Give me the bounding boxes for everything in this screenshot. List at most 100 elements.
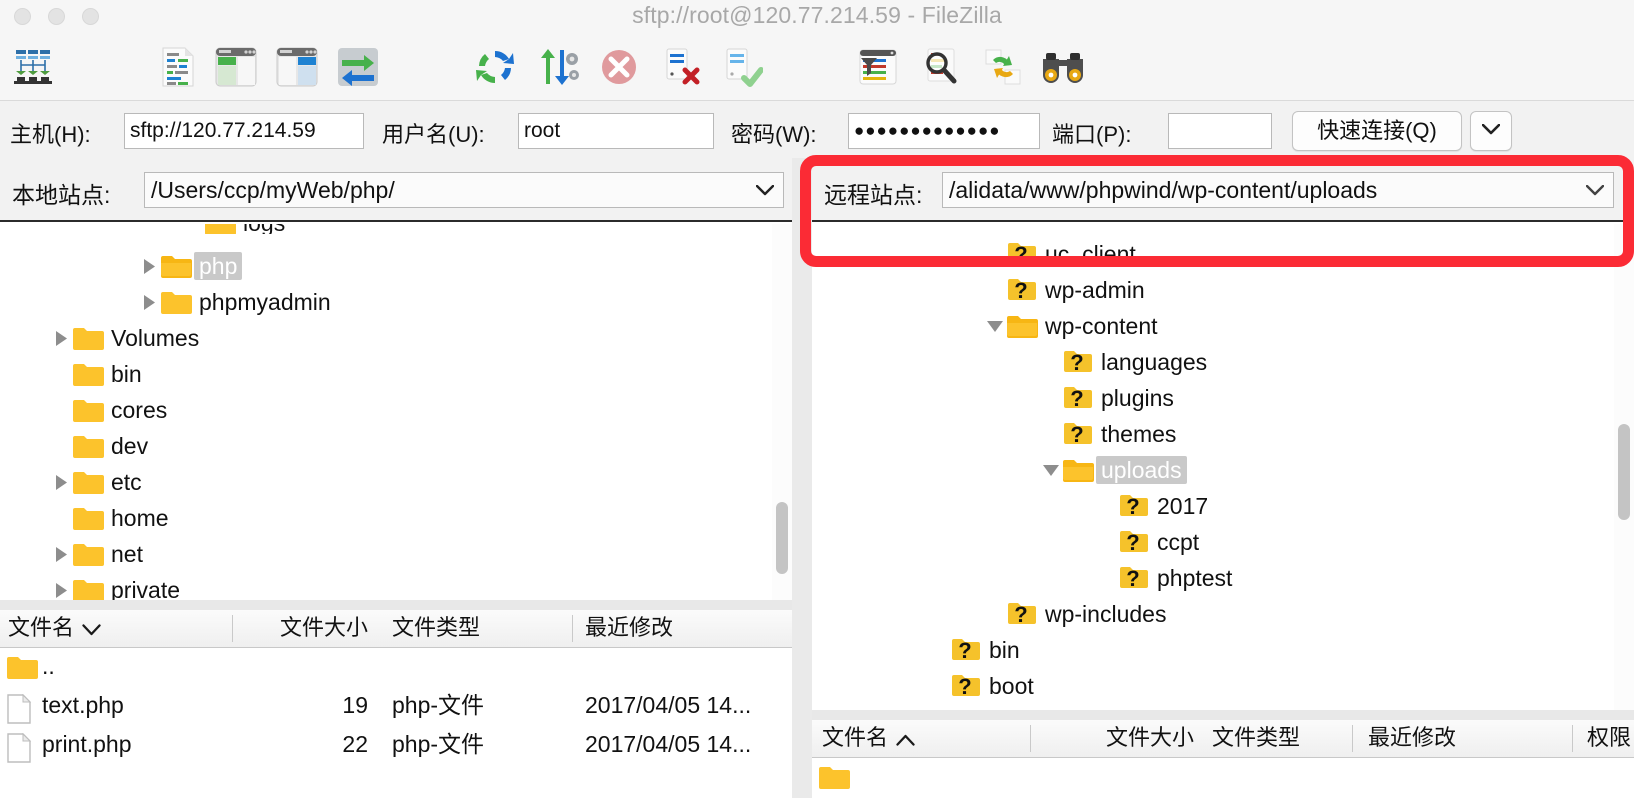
password-input[interactable]: ●●●●●●●●●●●●●	[848, 113, 1040, 149]
tree-item[interactable]: dev	[50, 428, 153, 464]
main-vertical-splitter[interactable]	[792, 158, 812, 798]
port-input[interactable]	[1168, 113, 1272, 149]
svg-text:?: ?	[1070, 350, 1083, 375]
chevron-right-icon[interactable]	[50, 579, 72, 600]
folder-icon	[72, 325, 106, 351]
remote-pane-splitter[interactable]	[812, 710, 1634, 720]
tree-item[interactable]: home	[50, 500, 174, 536]
tree-item[interactable]: Volumes	[50, 320, 204, 356]
toggle-transfer-queue-icon[interactable]	[335, 44, 381, 90]
expander-placeholder	[1096, 531, 1118, 553]
tree-item[interactable]: wp-content	[984, 308, 1163, 344]
tree-item-label: themes	[1101, 421, 1177, 447]
cell-name: print.php	[42, 731, 132, 757]
column-header[interactable]: 文件类型	[392, 610, 480, 647]
synchronized-browsing-icon[interactable]	[980, 44, 1026, 90]
disconnect-icon[interactable]	[658, 44, 704, 90]
column-header[interactable]: 权限	[1587, 720, 1631, 757]
chevron-right-icon[interactable]	[138, 291, 160, 313]
folder-unknown-icon: ?	[1006, 241, 1040, 267]
reconnect-icon[interactable]	[718, 44, 764, 90]
local-site-path-field[interactable]: /Users/ccp/myWeb/php/	[144, 172, 784, 208]
column-resize-handle[interactable]	[1572, 725, 1573, 752]
file-list-row[interactable]: text.php 19 php-文件 2017/04/05 14...	[0, 687, 792, 725]
remote-site-path-field[interactable]: /alidata/www/phpwind/wp-content/uploads	[942, 172, 1614, 208]
tree-item[interactable]: logs	[182, 224, 290, 234]
column-header[interactable]: 最近修改	[1368, 720, 1456, 757]
tree-item[interactable]: ? wp-admin	[984, 272, 1150, 308]
quickconnect-history-button[interactable]	[1470, 111, 1512, 151]
filter-icon[interactable]	[855, 44, 901, 90]
remote-directory-tree[interactable]: ? uc_client? wp-admin wp-content? languages?…	[812, 224, 1610, 710]
tree-item[interactable]: uploads	[1040, 452, 1187, 488]
tree-item[interactable]: private	[50, 572, 185, 600]
tree-item[interactable]: net	[50, 536, 148, 572]
username-input[interactable]: root	[518, 113, 714, 149]
tree-item[interactable]: ? 2017	[1096, 488, 1213, 524]
chevron-down-icon[interactable]	[1577, 173, 1613, 207]
process-queue-icon[interactable]	[536, 44, 582, 90]
chevron-right-icon[interactable]	[138, 255, 160, 277]
column-resize-handle[interactable]	[1352, 725, 1353, 752]
tree-item[interactable]: ? plugins	[1040, 380, 1179, 416]
tree-item[interactable]: ? boot	[928, 668, 1039, 704]
column-header-label: 文件名	[822, 725, 889, 750]
chevron-down-icon[interactable]	[984, 315, 1006, 337]
tree-item[interactable]: ? wp-includes	[984, 596, 1171, 632]
file-list-row[interactable]	[812, 758, 1634, 796]
column-resize-handle[interactable]	[572, 615, 573, 642]
tree-item[interactable]: ? bin	[928, 632, 1025, 668]
refresh-icon[interactable]	[472, 44, 518, 90]
local-file-list-header[interactable]: 文件名 文件大小 文件类型 最近修改	[0, 610, 792, 648]
remote-file-list-header[interactable]: 文件名 文件大小 文件类型 最近修改 权限	[812, 720, 1634, 758]
tree-item[interactable]: etc	[50, 464, 147, 500]
folder-unknown-icon: ?	[1062, 349, 1096, 375]
column-header[interactable]: 文件类型	[1212, 720, 1300, 757]
column-header[interactable]: 文件名	[8, 610, 101, 647]
column-resize-handle[interactable]	[1030, 725, 1031, 752]
directory-comparison-icon[interactable]	[1040, 44, 1086, 90]
tree-item[interactable]: ? themes	[1040, 416, 1181, 452]
chevron-down-icon[interactable]	[747, 173, 783, 207]
tree-item[interactable]: cores	[50, 392, 172, 428]
tree-item-label: languages	[1101, 349, 1208, 375]
quickconnect-button[interactable]: 快速连接(Q)	[1292, 111, 1462, 151]
column-header[interactable]: 最近修改	[585, 610, 673, 647]
file-list-row[interactable]: ..	[0, 648, 792, 686]
local-tree-scrollbar[interactable]	[772, 224, 792, 600]
tree-item[interactable]: phpmyadmin	[138, 284, 336, 320]
column-header[interactable]: 文件名	[822, 720, 915, 757]
toggle-message-log-icon[interactable]	[155, 44, 201, 90]
cancel-icon[interactable]	[596, 44, 642, 90]
chevron-right-icon[interactable]	[50, 543, 72, 565]
tree-item[interactable]: ? languages	[1040, 344, 1212, 380]
local-file-list-body[interactable]: .. text.php 19 php-文件 2017/04/05 14... print.…	[0, 648, 792, 798]
local-directory-tree[interactable]: logs php phpmyadmin Volumes bin cores dev etc ho…	[0, 224, 770, 600]
tree-item[interactable]: ? phptest	[1096, 560, 1237, 596]
column-resize-handle[interactable]	[232, 615, 233, 642]
svg-text:?: ?	[958, 674, 971, 699]
chevron-right-icon[interactable]	[50, 471, 72, 493]
search-remote-files-icon[interactable]	[918, 44, 964, 90]
host-input[interactable]: sftp://120.77.214.59	[124, 113, 364, 149]
toggle-local-tree-icon[interactable]	[213, 44, 259, 90]
folder-icon	[72, 505, 106, 531]
site-manager-icon[interactable]	[10, 44, 56, 90]
remote-tree-scrollbar-thumb[interactable]	[1618, 424, 1630, 520]
remote-file-list-body[interactable]	[812, 758, 1634, 798]
column-header[interactable]: 文件大小	[248, 610, 368, 647]
column-header[interactable]: 文件大小	[1074, 720, 1194, 757]
chevron-right-icon[interactable]	[50, 327, 72, 349]
tree-item[interactable]: ? uc_client	[984, 236, 1141, 272]
quick-connect-bar: 主机(H): sftp://120.77.214.59 用户名(U): root…	[0, 100, 1634, 158]
tree-item[interactable]: php	[138, 248, 243, 284]
local-pane-splitter[interactable]	[0, 600, 792, 610]
chevron-down-icon[interactable]	[1040, 459, 1062, 481]
tree-item[interactable]: bin	[50, 356, 147, 392]
local-tree-scrollbar-thumb[interactable]	[776, 502, 788, 574]
folder-unknown-icon: ?	[1118, 529, 1152, 555]
file-list-row[interactable]: print.php 22 php-文件 2017/04/05 14...	[0, 726, 792, 764]
tree-item[interactable]: ? ccpt	[1096, 524, 1204, 560]
remote-tree-scrollbar[interactable]	[1614, 224, 1634, 710]
toggle-remote-tree-icon[interactable]	[274, 44, 320, 90]
